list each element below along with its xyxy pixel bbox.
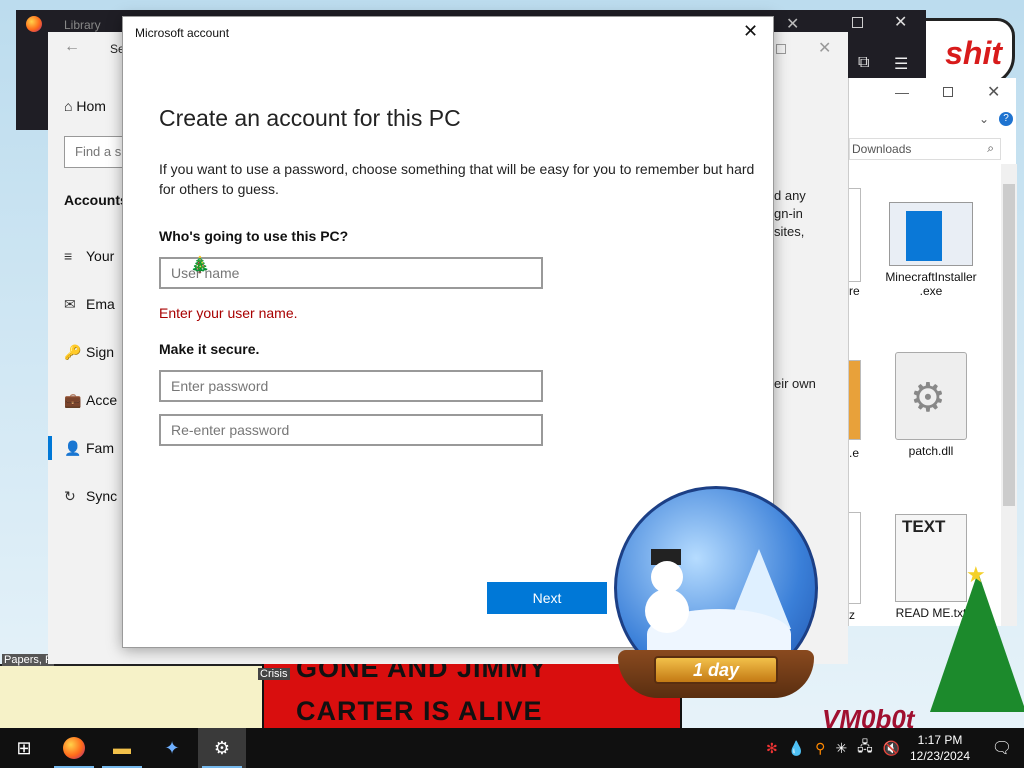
content-text-fragment: eir own bbox=[774, 376, 816, 391]
file-icon-partial[interactable] bbox=[849, 188, 861, 282]
taskbar-file-explorer[interactable]: ▬ bbox=[98, 728, 146, 768]
menu-icon[interactable]: ☰ bbox=[894, 54, 908, 74]
star-icon: ★ bbox=[966, 562, 986, 587]
droplet-icon[interactable]: 💧 bbox=[788, 740, 805, 757]
file-icon-partial[interactable] bbox=[849, 360, 861, 440]
wallpaper-figure bbox=[0, 664, 262, 734]
exe-file-icon bbox=[889, 202, 973, 266]
secure-heading: Make it secure. bbox=[159, 341, 260, 357]
notification-icon[interactable]: 🗨 bbox=[980, 728, 1024, 768]
dll-file-icon bbox=[895, 352, 967, 440]
file-minecraftinstaller[interactable]: MinecraftInstaller .exe bbox=[881, 202, 981, 298]
search-downloads-input[interactable]: Downloads ⌕ bbox=[849, 138, 1001, 160]
sync-icon: ↻ bbox=[64, 488, 76, 504]
sidebar-item-access[interactable]: 💼 Acce bbox=[64, 392, 117, 409]
back-arrow-icon[interactable]: ← bbox=[64, 38, 80, 56]
person-add-icon: 👤 bbox=[64, 440, 82, 456]
close-icon[interactable]: ✕ bbox=[894, 12, 907, 32]
desktop-icon-label-crisis[interactable]: Crisis bbox=[258, 668, 290, 680]
start-button[interactable]: ⊞ bbox=[0, 728, 48, 768]
folder-icon: ▬ bbox=[113, 737, 131, 758]
dialog-title: Microsoft account bbox=[135, 26, 230, 40]
file-label-partial: z bbox=[849, 608, 855, 622]
search-icon: ⌕ bbox=[987, 141, 994, 155]
clock-time: 1:17 PM bbox=[917, 733, 963, 747]
info-icon: ≡ bbox=[64, 248, 73, 264]
sidebar-item-sign-in[interactable]: 🔑 Sign bbox=[64, 344, 114, 361]
gear-icon: ⚙ bbox=[213, 737, 231, 758]
home-icon: ⌂ bbox=[64, 98, 77, 114]
username-error: Enter your user name. bbox=[159, 305, 298, 321]
section-title: Accounts bbox=[64, 192, 128, 208]
system-tray: ✻ 💧 ⚲ ✳ 🖧 🔇 bbox=[766, 728, 900, 768]
taskbar-app[interactable]: ✦ bbox=[148, 728, 196, 768]
sidebar-item-sync[interactable]: ↻ Sync bbox=[64, 488, 117, 505]
tree-cursor-icon: 🎄 bbox=[190, 257, 210, 274]
content-text-fragment: gn-in bbox=[774, 206, 803, 221]
banner-line-2: CARTER IS ALIVE bbox=[296, 696, 543, 726]
firefox-icon bbox=[63, 737, 85, 759]
file-label-partial: re bbox=[849, 284, 860, 298]
close-icon[interactable]: ✕ bbox=[743, 21, 758, 42]
network-icon[interactable]: 🖧 bbox=[857, 736, 873, 760]
minimize-icon[interactable]: — bbox=[895, 84, 909, 100]
maximize-icon[interactable] bbox=[943, 87, 953, 97]
settings-home-link[interactable]: ⌂ Hom bbox=[64, 98, 106, 114]
search-icon[interactable]: ⚲ bbox=[815, 740, 825, 757]
sidebar-item-email[interactable]: ✉ Ema bbox=[64, 296, 115, 313]
sidebar-item-your-info[interactable]: ≡ Your bbox=[64, 248, 114, 264]
mail-icon: ✉ bbox=[64, 296, 76, 312]
next-button[interactable]: Next bbox=[487, 582, 607, 614]
briefcase-icon: 💼 bbox=[64, 392, 82, 408]
file-label-partial: .e bbox=[849, 446, 860, 460]
page-title: Create an account for this PC bbox=[159, 105, 461, 131]
username-question: Who's going to use this PC? bbox=[159, 228, 349, 244]
desktop-icon-label[interactable]: Papers, P bbox=[2, 654, 55, 666]
snowflake-icon[interactable]: ✳ bbox=[835, 740, 847, 757]
content-text-fragment: sites, bbox=[774, 224, 805, 239]
app-icon: ✦ bbox=[164, 737, 180, 758]
tray-app-icon[interactable]: ✻ bbox=[766, 740, 778, 757]
file-patch-dll[interactable]: patch.dll bbox=[881, 352, 981, 458]
snowman-body bbox=[645, 589, 689, 633]
taskbar: ⊞ ▬ ✦ ⚙ ✻ 💧 ⚲ ✳ 🖧 🔇 1:17 PM 12/23/2024 🗨 bbox=[0, 728, 1024, 768]
sidebar-item-family[interactable]: 👤 Fam bbox=[64, 440, 114, 457]
file-explorer-window: — ✕ ⌄ ? Downloads ⌕ re .e z MinecraftIns… bbox=[848, 78, 1017, 626]
clock-date: 12/23/2024 bbox=[909, 749, 971, 763]
intro-text: If you want to use a password, choose so… bbox=[159, 161, 755, 197]
maximize-icon[interactable] bbox=[852, 17, 863, 28]
scrollbar[interactable] bbox=[1001, 164, 1017, 626]
taskbar-settings[interactable]: ⚙ bbox=[198, 728, 246, 768]
scrollbar-thumb[interactable] bbox=[1003, 184, 1015, 506]
username-input[interactable] bbox=[159, 257, 543, 289]
key-icon: 🔑 bbox=[64, 344, 82, 360]
close-icon[interactable]: ✕ bbox=[818, 38, 831, 58]
chevron-down-icon[interactable]: ⌄ bbox=[979, 112, 989, 126]
reenter-password-input[interactable] bbox=[159, 414, 543, 446]
clock[interactable]: 1:17 PM 12/23/2024 bbox=[900, 732, 980, 764]
password-input[interactable] bbox=[159, 370, 543, 402]
christmas-tree bbox=[930, 572, 1024, 712]
volume-muted-icon[interactable]: 🔇 bbox=[883, 740, 900, 757]
help-icon[interactable]: ? bbox=[999, 112, 1013, 126]
maximize-icon[interactable] bbox=[776, 44, 786, 54]
taskbar-firefox[interactable] bbox=[50, 728, 98, 768]
file-icon-partial[interactable] bbox=[849, 512, 861, 604]
countdown-plate: 1 day bbox=[654, 656, 778, 684]
extensions-icon[interactable]: ⧉ bbox=[858, 54, 869, 72]
windows-icon: ⊞ bbox=[16, 737, 32, 758]
content-text-fragment: d any bbox=[774, 188, 806, 203]
close-icon[interactable]: ✕ bbox=[987, 82, 1000, 102]
browser-title: Library bbox=[64, 18, 101, 32]
close-icon[interactable]: ✕ bbox=[786, 14, 799, 34]
firefox-icon bbox=[26, 16, 42, 32]
selected-indicator bbox=[48, 436, 52, 460]
